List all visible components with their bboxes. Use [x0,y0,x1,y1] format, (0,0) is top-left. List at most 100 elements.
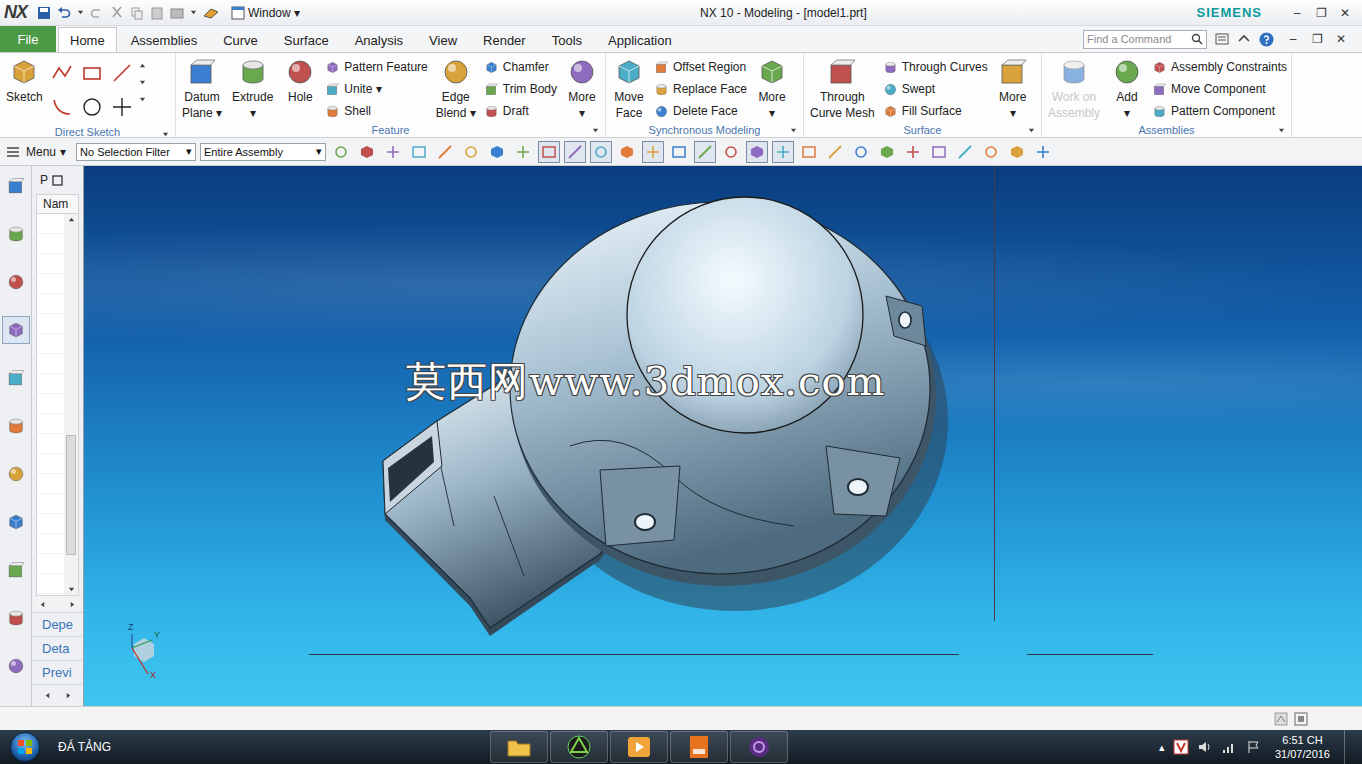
ribbon-small-button[interactable]: Move Component [1152,78,1287,100]
toolbar-button[interactable] [772,141,794,163]
ribbon-small-button[interactable]: Assembly Constraints [1152,56,1287,78]
taskbar-app[interactable] [550,731,608,763]
ribbon-small-button[interactable]: Replace Face [654,78,747,100]
navigator-section[interactable]: Previ [32,660,83,684]
group-menu-icon[interactable] [790,127,797,134]
ribbon-big-button[interactable]: More▾ [994,56,1032,120]
toolbar-button[interactable] [434,141,456,163]
arc-icon[interactable] [51,96,73,118]
resource-bar-item[interactable] [2,412,30,440]
rectangle-icon[interactable] [81,62,103,84]
maximize-icon[interactable] [52,175,63,186]
toolbar-button[interactable] [460,141,482,163]
status-icon[interactable] [1274,712,1288,726]
ribbon-big-button[interactable]: Add▾ [1108,56,1146,120]
antivirus-icon[interactable] [1173,739,1189,755]
fullscreen-icon[interactable] [1294,712,1308,726]
ribbon-small-button[interactable]: Fill Surface [883,100,988,122]
ribbon-tab[interactable]: Assemblies [119,27,209,52]
selection-filter[interactable]: No Selection Filter▾ [76,143,196,161]
window-control-button[interactable]: ✕ [1334,6,1356,20]
toolbar-button[interactable] [902,141,924,163]
ribbon-small-button[interactable]: Through Curves [883,56,988,78]
name-column-header[interactable]: Nam [36,194,79,214]
ribbon-small-button[interactable]: Swept [883,78,988,100]
toolbar-button[interactable] [850,141,872,163]
resource-bar-item[interactable] [2,364,30,392]
graphics-window[interactable]: 莫西网www.3dmox.comZYX [84,166,1362,706]
start-button[interactable] [10,732,40,762]
toolbar-button[interactable] [1006,141,1028,163]
file-tab[interactable]: File [0,26,56,52]
ribbon-small-button[interactable]: Pattern Component [1152,100,1287,122]
sketch-gallery-scroll[interactable] [139,56,146,103]
save-icon[interactable] [37,6,51,20]
ribbon-small-button[interactable]: Unite▾ [325,78,427,100]
group-menu-icon[interactable] [162,131,169,138]
ribbon-small-button[interactable]: Pattern Feature [325,56,427,78]
ribbon-tab[interactable]: Render [471,27,538,52]
toolbar-button[interactable] [746,141,768,163]
toolbar-button[interactable] [798,141,820,163]
ribbon-tab[interactable]: Curve [211,27,270,52]
toolbar-button[interactable] [564,141,586,163]
document-control-button[interactable]: ❐ [1306,32,1328,46]
resource-bar-item[interactable] [2,268,30,296]
toolbar-button[interactable] [824,141,846,163]
ribbon-small-button[interactable]: Delete Face [654,100,747,122]
toolbar-button[interactable] [538,141,560,163]
toolbar-button[interactable] [616,141,638,163]
ribbon-big-button[interactable]: Hole [281,56,319,104]
taskbar-app[interactable] [490,731,548,763]
undo-icon[interactable] [57,6,71,20]
toolbar-button[interactable] [330,141,352,163]
toolbar-button[interactable] [408,141,430,163]
vertical-scrollbar[interactable] [64,214,78,595]
taskbar-app[interactable] [610,731,668,763]
taskbar-app[interactable] [730,731,788,763]
circle-icon[interactable] [81,96,103,118]
resource-bar-item[interactable] [2,220,30,248]
ribbon-big-button[interactable]: More▾ [563,56,601,120]
ribbon-big-button[interactable]: Sketch [4,56,45,104]
show-hidden-icons[interactable]: ▴ [1159,741,1165,754]
toolbar-button[interactable] [954,141,976,163]
window-control-button[interactable]: ❐ [1310,6,1332,20]
clock[interactable]: 6:51 CH31/07/2016 [1269,733,1336,761]
menu-button[interactable]: Menu▾ [6,145,72,159]
copy-icon[interactable] [130,6,144,20]
user-toolbar[interactable]: ĐÁ TẢNG [40,740,490,754]
group-menu-icon[interactable] [1278,127,1285,134]
toolbar-button[interactable] [642,141,664,163]
group-menu-icon[interactable] [592,127,599,134]
ribbon-big-button[interactable]: More▾ [753,56,791,120]
navigator-section[interactable]: Deta [32,636,83,660]
ribbon-tab[interactable]: Tools [540,27,594,52]
resource-bar-item[interactable] [2,508,30,536]
window-menu[interactable]: Window▾ [231,6,300,20]
line-icon[interactable] [111,62,133,84]
help-icon[interactable] [1259,32,1274,47]
network-icon[interactable] [1221,739,1237,755]
toolbar-button[interactable] [876,141,898,163]
ribbon-tab[interactable]: Home [58,27,117,52]
toolbar-button[interactable] [512,141,534,163]
toolbar-button[interactable] [382,141,404,163]
cover-model[interactable] [374,196,954,646]
resource-bar-item[interactable] [2,172,30,200]
navigator-section[interactable]: Depe [32,612,83,636]
resource-bar-item[interactable] [2,652,30,680]
resource-bar-item[interactable] [2,316,30,344]
ribbon-tab[interactable]: Analysis [343,27,415,52]
ribbon-big-button[interactable]: MoveFace [610,56,648,120]
redo-icon[interactable] [90,6,104,20]
profile-icon[interactable] [51,62,73,84]
ribbon-big-button[interactable]: ThroughCurve Mesh [808,56,877,120]
toolbar-button[interactable] [668,141,690,163]
toolbar-button[interactable] [980,141,1002,163]
ribbon-tab[interactable]: Surface [272,27,341,52]
resource-bar-item[interactable] [2,604,30,632]
toolbar-button[interactable] [694,141,716,163]
window-switch-icon[interactable] [170,6,184,20]
group-menu-icon[interactable] [1028,127,1035,134]
